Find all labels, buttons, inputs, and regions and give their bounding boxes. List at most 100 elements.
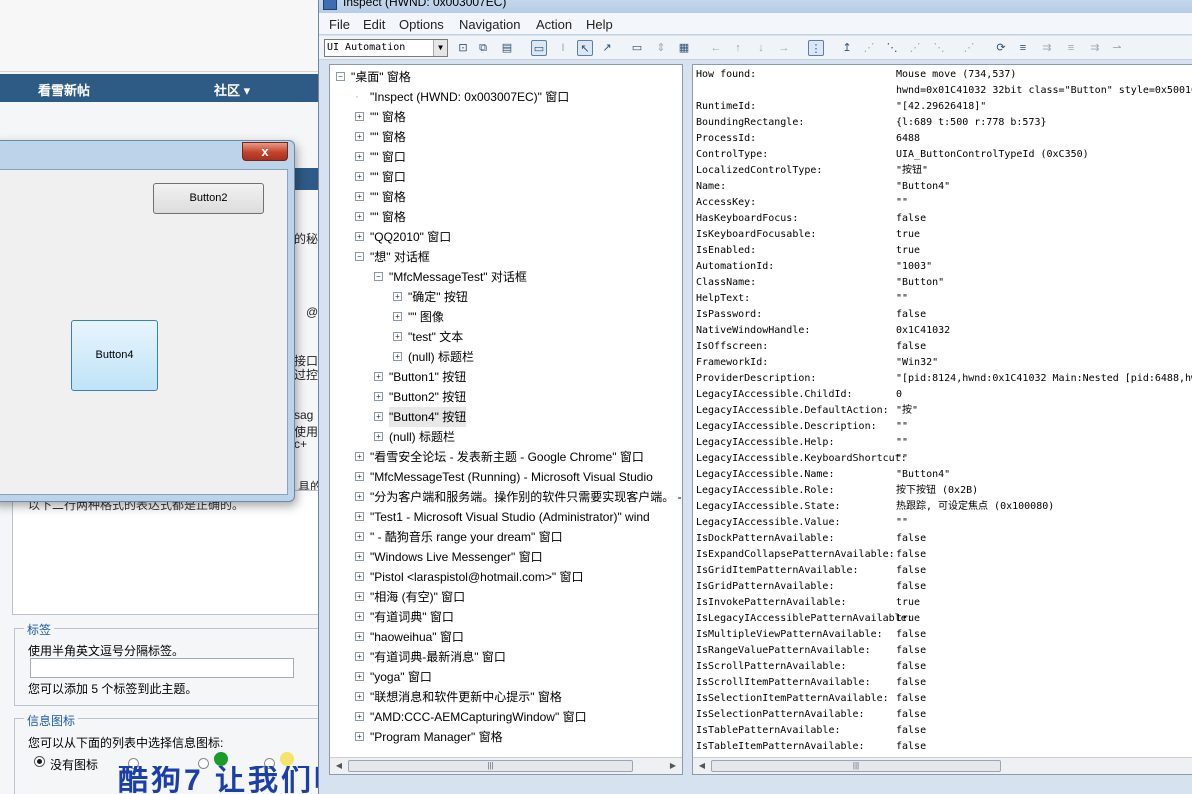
- property-row[interactable]: IsTablePatternAvailable: false: [696, 723, 1192, 739]
- tree-item[interactable]: + "Pistol <laraspistol@hotmail.com>" 窗口: [355, 566, 583, 586]
- tree-item[interactable]: + "" 窗口: [355, 146, 406, 166]
- tree-item[interactable]: + "确定" 按钮: [393, 286, 468, 306]
- property-row[interactable]: IsEnabled: true: [696, 243, 1192, 259]
- filter4-icon[interactable]: ⇉: [1087, 40, 1103, 56]
- collapse-icon[interactable]: −: [355, 252, 364, 262]
- last-child-icon[interactable]: ⋱: [931, 40, 947, 56]
- property-row[interactable]: HelpText: "": [696, 291, 1192, 307]
- property-row[interactable]: HasKeyboardFocus: false: [696, 211, 1192, 227]
- expand-icon[interactable]: +: [374, 432, 383, 442]
- tree-item[interactable]: + "MfcMessageTest (Running) - Microsoft V…: [355, 466, 653, 486]
- tree-item[interactable]: + (null) 标题栏: [393, 346, 474, 366]
- nav-community-menu[interactable]: 社区 ▾: [214, 80, 250, 99]
- tree-item[interactable]: + "haoweihua" 窗口: [355, 626, 464, 646]
- tree-item[interactable]: + "看雪安全论坛 - 发表新主题 - Google Chrome" 窗口: [355, 446, 644, 466]
- inspect-titlebar[interactable]: Inspect (HWND: 0x003007EC): [319, 0, 1192, 13]
- tree-item[interactable]: + "Program Manager" 窗格: [355, 726, 503, 746]
- expand-icon[interactable]: +: [355, 732, 364, 742]
- property-row[interactable]: IsMultipleViewPatternAvailable: false: [696, 627, 1192, 643]
- filter1-icon[interactable]: ≡: [1015, 40, 1031, 56]
- filter5-icon[interactable]: ⇀: [1109, 40, 1125, 56]
- properties-pane[interactable]: How found: Mouse move (734,537) hwnd=0x01C…: [692, 64, 1192, 775]
- focus-icon[interactable]: ⊡: [455, 40, 471, 56]
- property-row[interactable]: ProviderDescription: "[pid:8124,hwnd:0x1C…: [696, 371, 1192, 387]
- tree-icon[interactable]: ⋮: [808, 40, 824, 56]
- property-row[interactable]: LegacyIAccessible.Role: 按下按钮 (0x2B): [696, 483, 1192, 499]
- tree-item[interactable]: − "MfcMessageTest" 对话框: [374, 266, 527, 286]
- highlight-icon[interactable]: ▭: [629, 40, 645, 56]
- property-row[interactable]: LegacyIAccessible.KeyboardShortcut: "": [696, 451, 1192, 467]
- properties-horizontal-scrollbar[interactable]: ◀ |||: [693, 757, 1192, 774]
- scroll-left-icon[interactable]: ◀: [332, 759, 346, 773]
- action-icon[interactable]: ⋰: [961, 40, 977, 56]
- tree-item[interactable]: + "分为客户端和服务端。操作别的软件只需要实现客户端。 -: [355, 486, 682, 506]
- property-row[interactable]: How found: Mouse move (734,537): [696, 67, 1192, 83]
- expand-icon[interactable]: +: [355, 172, 364, 182]
- expand-icon[interactable]: +: [374, 372, 383, 382]
- watch-icon[interactable]: ▦: [676, 40, 692, 56]
- scroll-right-icon[interactable]: ▶: [666, 759, 680, 773]
- property-row[interactable]: Name: "Button4": [696, 179, 1192, 195]
- caret-icon[interactable]: I: [555, 40, 571, 56]
- expand-icon[interactable]: +: [355, 612, 364, 622]
- scrollbar-thumb[interactable]: |||: [348, 760, 633, 772]
- expand-icon[interactable]: +: [355, 192, 364, 202]
- property-row[interactable]: IsLegacyIAccessiblePatternAvailable: true: [696, 611, 1192, 627]
- expand-icon[interactable]: +: [355, 212, 364, 222]
- tree-item[interactable]: + "Button1" 按钮: [374, 366, 466, 386]
- menu-edit[interactable]: Edit: [363, 17, 385, 32]
- property-row[interactable]: LegacyIAccessible.DefaultAction: "按": [696, 403, 1192, 419]
- property-row[interactable]: IsPassword: false: [696, 307, 1192, 323]
- expand-icon[interactable]: +: [393, 332, 402, 342]
- expand-icon[interactable]: +: [355, 132, 364, 142]
- tree-item[interactable]: + (null) 标题栏: [374, 426, 455, 446]
- collapse-icon[interactable]: −: [336, 72, 345, 82]
- tree-item[interactable]: + "yoga" 窗口: [355, 666, 432, 686]
- property-row[interactable]: BoundingRectangle: {l:689 t:500 r:778 b:5…: [696, 115, 1192, 131]
- filter3-icon[interactable]: ≡: [1063, 40, 1079, 56]
- tree-item[interactable]: + "" 窗格: [355, 206, 406, 226]
- expand-icon[interactable]: +: [355, 472, 364, 482]
- tree-item[interactable]: · "Inspect (HWND: 0x003007EC)" 窗口: [355, 86, 569, 106]
- expand-icon[interactable]: +: [355, 632, 364, 642]
- property-row[interactable]: IsExpandCollapsePatternAvailable: false: [696, 547, 1192, 563]
- expand-icon[interactable]: +: [393, 352, 402, 362]
- expand-icon[interactable]: +: [355, 452, 364, 462]
- property-row[interactable]: ControlType: UIA_ButtonControlTypeId (0xC…: [696, 147, 1192, 163]
- property-row[interactable]: LocalizedControlType: "按钮": [696, 163, 1192, 179]
- menu-help[interactable]: Help: [586, 17, 613, 32]
- property-row[interactable]: ClassName: "Button": [696, 275, 1192, 291]
- tree-item[interactable]: + "test" 文本: [393, 326, 463, 346]
- expand-icon[interactable]: +: [374, 392, 383, 402]
- button2[interactable]: Button2: [153, 183, 264, 214]
- expand-icon[interactable]: +: [393, 292, 402, 302]
- menu-file[interactable]: File: [329, 17, 350, 32]
- menu-navigation[interactable]: Navigation: [459, 17, 520, 32]
- expand-icon[interactable]: +: [355, 492, 364, 502]
- property-row[interactable]: IsKeyboardFocusable: true: [696, 227, 1192, 243]
- button4[interactable]: Button4: [71, 320, 158, 391]
- close-button[interactable]: x: [242, 142, 288, 161]
- property-row[interactable]: IsGridItemPatternAvailable: false: [696, 563, 1192, 579]
- property-row[interactable]: ProcessId: 6488: [696, 131, 1192, 147]
- properties-icon[interactable]: ▤: [499, 40, 515, 56]
- property-row[interactable]: IsSelectionPatternAvailable: false: [696, 707, 1192, 723]
- tree-item[interactable]: + "Button4" 按钮: [374, 406, 467, 427]
- forward-icon[interactable]: →: [776, 40, 792, 56]
- copy-icon[interactable]: ⧉: [475, 40, 491, 56]
- property-row[interactable]: IsGridPatternAvailable: false: [696, 579, 1192, 595]
- property-row[interactable]: IsTableItemPatternAvailable: false: [696, 739, 1192, 755]
- property-row[interactable]: hwnd=0x01C41032 32bit class="Button" sty…: [696, 83, 1192, 99]
- down-icon[interactable]: ↓: [753, 40, 769, 56]
- tree-item[interactable]: + " - 酷狗音乐 range your dream" 窗口: [355, 526, 563, 546]
- next-sibling-icon[interactable]: ⋱: [884, 40, 900, 56]
- no-icon-radio[interactable]: [34, 756, 45, 767]
- expand-icon[interactable]: +: [355, 712, 364, 722]
- expand-icon[interactable]: +: [355, 692, 364, 702]
- property-row[interactable]: IsScrollPatternAvailable: false: [696, 659, 1192, 675]
- scrollbar-thumb[interactable]: |||: [711, 760, 1001, 772]
- expand-icon[interactable]: +: [355, 592, 364, 602]
- tree-item[interactable]: + "AMD:CCC-AEMCapturingWindow" 窗口: [355, 706, 587, 726]
- hover-icon[interactable]: ↗: [599, 40, 615, 56]
- property-row[interactable]: LegacyIAccessible.Help: "": [696, 435, 1192, 451]
